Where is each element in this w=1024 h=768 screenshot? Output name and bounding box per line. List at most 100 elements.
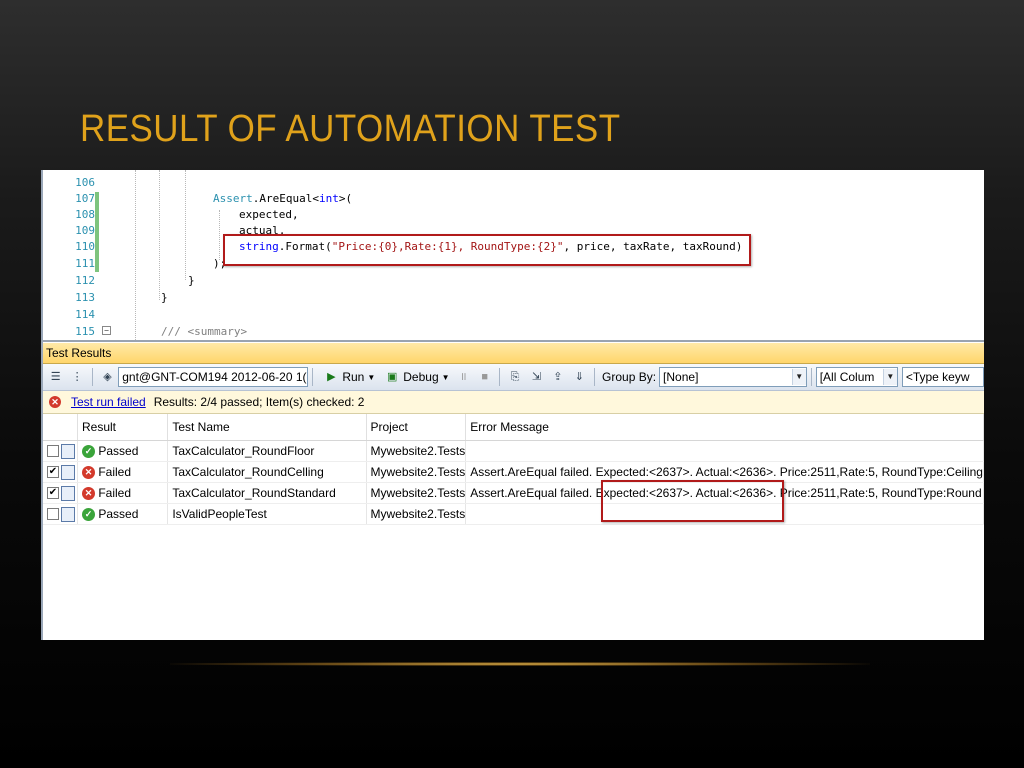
table-row[interactable]: ✔ ✕ Failed TaxCalculator_RoundStandard M… [43, 482, 984, 504]
chevron-down-icon[interactable]: ▼ [306, 369, 308, 385]
test-name-cell: TaxCalculator_RoundStandard [167, 482, 367, 504]
table-header-row: Result Test Name Project Error Message [43, 414, 984, 441]
code-editor[interactable]: 106 107 108 109 110 111 112 113 114 115 … [43, 170, 984, 342]
line-number: 111 [75, 257, 95, 270]
check-circle-icon: ✓ [82, 445, 95, 459]
test-run-select-value: gnt@GNT-COM194 2012-06-20 1( [122, 370, 307, 384]
debug-icon: ▣ [387, 371, 398, 383]
column-header-test-name[interactable]: Test Name [167, 414, 367, 441]
test-run-icon[interactable]: ◈ [100, 369, 115, 385]
debug-button-label: Debug [403, 370, 439, 384]
stop-icon[interactable]: ■ [477, 369, 492, 385]
result-cell: ✓ Passed [77, 503, 169, 525]
test-document-icon [61, 506, 75, 522]
filter-icon[interactable]: ⇓ [572, 369, 587, 385]
splitter[interactable] [43, 340, 984, 342]
test-run-select[interactable]: gnt@GNT-COM194 2012-06-20 1( ▼ [118, 367, 309, 387]
test-results-toolbar: ☰ ⋮ ◈ gnt@GNT-COM194 2012-06-20 1( ▼ ▶ R… [43, 364, 984, 391]
indent-guide [185, 170, 186, 280]
row-select-cell: ✔ [43, 461, 78, 483]
test-results-panel: Test Results ☰ ⋮ ◈ gnt@GNT-COM194 2012-0… [43, 343, 984, 640]
test-name-cell: IsValidPeopleTest [167, 503, 367, 525]
result-text: Passed [98, 506, 139, 521]
row-select-cell [43, 503, 78, 525]
result-text: Failed [98, 485, 132, 500]
chevron-down-icon[interactable]: ▼ [882, 369, 897, 385]
x-circle-icon: ✕ [82, 487, 95, 501]
chevron-down-icon: ▼ [441, 372, 450, 382]
line-number: 107 [75, 192, 95, 205]
toolbar-separator [594, 368, 596, 386]
table-row[interactable]: ✔ ✕ Failed TaxCalculator_RoundCelling My… [43, 461, 984, 483]
indent-guide [159, 170, 160, 300]
row-checkbox[interactable] [47, 445, 59, 458]
column-header-result[interactable]: Result [77, 414, 169, 441]
slide-title: RESULT OF AUTOMATION TEST [80, 108, 621, 150]
decorative-glow-line [170, 662, 870, 666]
group-by-label: Group By: [602, 370, 657, 384]
toolbar-separator [499, 368, 501, 386]
x-circle-icon: ✕ [82, 466, 95, 480]
project-cell: Mywebsite2.Tests [366, 482, 467, 504]
pause-icon[interactable]: ॥ [456, 369, 471, 385]
row-checkbox[interactable]: ✔ [47, 466, 59, 479]
error-circle-icon: ✕ [49, 396, 61, 408]
highlight-box-expected-actual [601, 480, 784, 522]
test-name-cell: TaxCalculator_RoundCelling [167, 461, 367, 483]
toolbar-separator [810, 368, 812, 386]
hierarchy-icon[interactable]: ⋮ [69, 369, 84, 385]
result-cell: ✓ Passed [77, 440, 169, 462]
code-line-115: /// <summary> [161, 325, 248, 338]
test-run-status: ✕ Test run failed Results: 2/4 passed; I… [43, 391, 984, 414]
columns-select[interactable]: [All Colum ▼ [815, 367, 898, 387]
collapse-toggle-icon[interactable]: − [102, 326, 111, 335]
toolbar-separator [312, 368, 314, 386]
table-row[interactable]: ✓ Passed TaxCalculator_RoundFloor Mywebs… [43, 440, 984, 462]
row-select-cell [43, 440, 78, 462]
code-line-108: expected, [239, 208, 299, 221]
chevron-down-icon: ▼ [367, 372, 376, 382]
import-icon[interactable]: ⇲ [529, 369, 544, 385]
row-checkbox[interactable]: ✔ [47, 487, 59, 500]
publish-icon[interactable]: ⇪ [550, 369, 565, 385]
row-select-cell: ✔ [43, 482, 78, 504]
status-summary: Results: 2/4 passed; Item(s) checked: 2 [153, 395, 365, 409]
columns-select-value: [All Colum [819, 370, 875, 384]
project-cell: Mywebsite2.Tests [366, 440, 467, 462]
error-message-cell [465, 440, 984, 462]
line-number: 114 [75, 308, 95, 321]
keyword-search-input[interactable]: <Type keyw [901, 367, 984, 387]
project-cell: Mywebsite2.Tests [366, 461, 467, 483]
toolbar-separator [91, 368, 93, 386]
result-cell: ✕ Failed [77, 461, 169, 483]
column-header-project[interactable]: Project [366, 414, 467, 441]
list-view-icon[interactable]: ☰ [48, 369, 63, 385]
check-circle-icon: ✓ [82, 508, 95, 522]
chevron-down-icon[interactable]: ▼ [791, 369, 806, 385]
results-table: Result Test Name Project Error Message ✓… [43, 414, 984, 525]
project-cell: Mywebsite2.Tests [366, 503, 467, 525]
table-row[interactable]: ✓ Passed IsValidPeopleTest Mywebsite2.Te… [43, 503, 984, 525]
line-number: 110 [75, 240, 95, 253]
debug-button[interactable]: ▣ Debug ▼ [381, 369, 450, 385]
result-text: Failed [98, 464, 132, 479]
panel-title: Test Results [43, 343, 984, 364]
line-number: 109 [75, 224, 95, 237]
code-line-112: } [188, 274, 195, 287]
line-number: 108 [75, 208, 95, 221]
line-number: 106 [75, 176, 95, 189]
column-header-select[interactable] [43, 414, 78, 441]
result-cell: ✕ Failed [77, 482, 169, 504]
group-by-select[interactable]: [None] ▼ [659, 367, 807, 387]
change-indicator-bar [95, 192, 99, 272]
code-line-107: Assert.AreEqual<int>( [213, 192, 353, 205]
test-name-cell: TaxCalculator_RoundFloor [167, 440, 367, 462]
run-button[interactable]: ▶ Run ▼ [320, 369, 375, 385]
indent-guide [135, 170, 136, 340]
line-number: 112 [75, 274, 95, 287]
test-run-failed-link[interactable]: Test run failed [71, 395, 146, 409]
column-header-error-message[interactable]: Error Message [465, 414, 984, 441]
row-checkbox[interactable] [47, 508, 59, 521]
test-document-icon [61, 485, 75, 501]
export-icon[interactable]: ⎘ [507, 369, 522, 385]
